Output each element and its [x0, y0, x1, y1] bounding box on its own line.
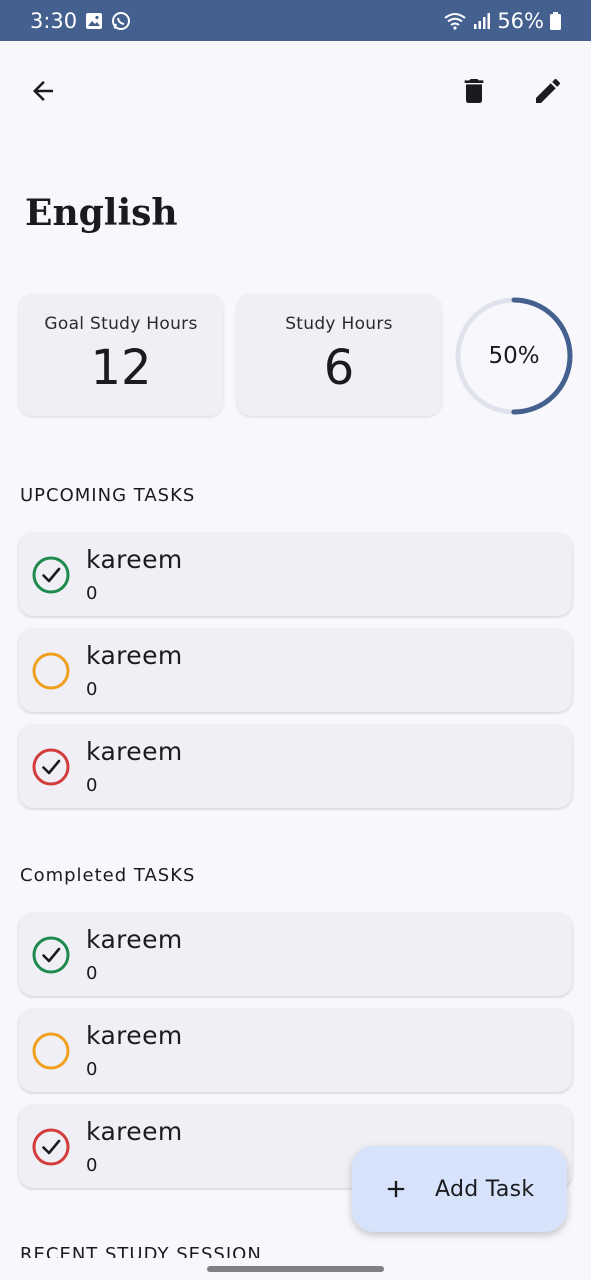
task-card[interactable]: kareem 0	[19, 1009, 572, 1092]
battery-icon	[550, 11, 561, 30]
task-checkbox-icon[interactable]	[31, 651, 71, 691]
task-card[interactable]: kareem 0	[19, 913, 572, 996]
goal-study-hours-card: Goal Study Hours 12	[19, 294, 223, 416]
back-button[interactable]	[19, 67, 67, 115]
task-checkbox-icon[interactable]	[31, 935, 71, 975]
task-checkbox-icon[interactable]	[31, 747, 71, 787]
goal-study-hours-label: Goal Study Hours	[44, 314, 198, 334]
plus-icon	[382, 1175, 410, 1203]
whatsapp-icon	[111, 11, 131, 31]
task-card[interactable]: kareem 0	[19, 533, 572, 616]
study-hours-label: Study Hours	[285, 314, 393, 334]
add-task-label: Add Task	[435, 1176, 535, 1202]
recent-study-session-header: RECENT STUDY SESSION	[20, 1244, 262, 1258]
task-checkbox-icon[interactable]	[31, 1127, 71, 1167]
delete-button[interactable]	[450, 67, 498, 115]
study-hours-value: 6	[323, 340, 355, 396]
task-subtitle: 0	[86, 679, 98, 700]
gallery-icon	[85, 12, 103, 30]
task-title: kareem	[86, 641, 183, 670]
task-checkbox-icon[interactable]	[31, 555, 71, 595]
task-subtitle: 0	[86, 1155, 98, 1176]
add-task-button[interactable]: Add Task	[352, 1146, 567, 1232]
completed-tasks-header: Completed TASKS	[20, 865, 196, 886]
status-time: 3:30	[30, 8, 78, 33]
trash-icon	[464, 79, 484, 103]
pencil-icon	[536, 78, 561, 103]
upcoming-tasks-header: UPCOMING TASKS	[20, 485, 196, 506]
task-title: kareem	[86, 1021, 183, 1050]
edit-button[interactable]	[524, 67, 572, 115]
task-subtitle: 0	[86, 963, 98, 984]
wifi-icon	[443, 12, 467, 30]
task-title: kareem	[86, 545, 183, 574]
task-subtitle: 0	[86, 583, 98, 604]
task-title: kareem	[86, 737, 183, 766]
goal-study-hours-value: 12	[90, 340, 152, 396]
task-title: kareem	[86, 925, 183, 954]
gesture-navigation-bar[interactable]	[207, 1266, 384, 1272]
status-bar: 3:30 56%	[0, 0, 591, 41]
study-hours-card: Study Hours 6	[237, 294, 441, 416]
task-subtitle: 0	[86, 1059, 98, 1080]
top-app-bar	[0, 41, 591, 141]
arrow-back-icon	[33, 81, 53, 101]
subject-title: English	[25, 192, 178, 234]
progress-percentage: 50%	[488, 343, 540, 369]
task-card[interactable]: kareem 0	[19, 725, 572, 808]
task-subtitle: 0	[86, 775, 98, 796]
signal-icon	[473, 12, 491, 30]
task-card[interactable]: kareem 0	[19, 629, 572, 712]
task-checkbox-icon[interactable]	[31, 1031, 71, 1071]
battery-percentage: 56%	[497, 8, 544, 33]
task-title: kareem	[86, 1117, 183, 1146]
